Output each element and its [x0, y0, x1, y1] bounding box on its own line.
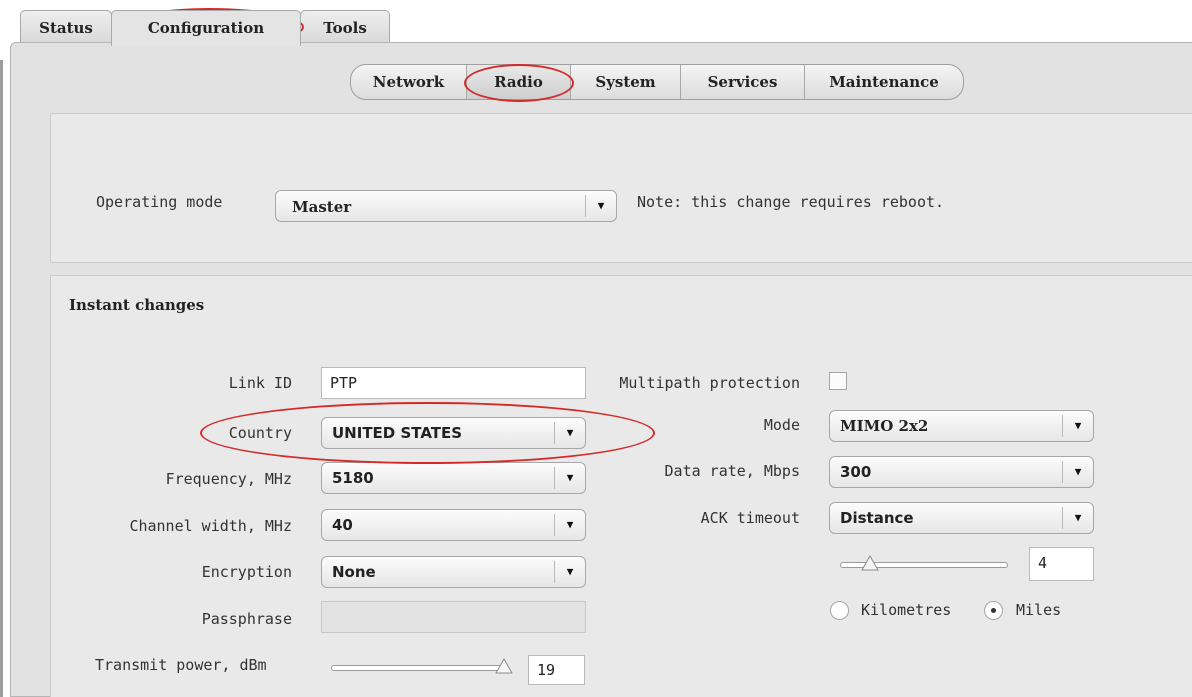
transmit-power-label: Transmit power, dBm: [95, 656, 267, 674]
distance-input[interactable]: 4: [1029, 547, 1094, 581]
frequency-select[interactable]: 5180 ▼: [321, 462, 586, 494]
passphrase-input[interactable]: [321, 601, 586, 633]
tab-configuration[interactable]: Configuration: [111, 10, 301, 46]
mode-label: Mode: [763, 416, 800, 434]
miles-label: Miles: [1016, 601, 1062, 619]
country-value: UNITED STATES: [332, 424, 463, 442]
ack-timeout-value: Distance: [840, 509, 914, 527]
operating-mode-value: Master: [292, 198, 352, 216]
chevron-down-icon: ▼: [1062, 415, 1093, 437]
encryption-value: None: [332, 563, 376, 581]
chevron-down-icon: ▼: [1062, 461, 1093, 483]
operating-mode-label: Operating mode: [96, 193, 223, 211]
subtab-radio[interactable]: Radio: [467, 65, 571, 99]
passphrase-label: Passphrase: [201, 610, 292, 628]
reboot-note: Note: this change requires reboot.: [637, 193, 945, 211]
encryption-select[interactable]: None ▼: [321, 556, 586, 588]
multipath-protection-checkbox[interactable]: [829, 372, 847, 390]
distance-slider-thumb[interactable]: [861, 555, 880, 571]
kilometres-label: Kilometres: [861, 601, 952, 619]
chevron-down-icon: ▼: [1062, 507, 1093, 529]
subtab-network[interactable]: Network: [351, 65, 467, 99]
subtab-services[interactable]: Services: [681, 65, 805, 99]
transmit-power-slider-thumb[interactable]: [494, 658, 513, 674]
kilometres-radio[interactable]: [830, 601, 849, 620]
tab-tools[interactable]: Tools: [300, 10, 390, 44]
operating-mode-panel: [50, 113, 1192, 263]
data-rate-label: Data rate, Mbps: [664, 462, 800, 480]
chevron-down-icon: ▼: [554, 561, 585, 583]
country-select[interactable]: UNITED STATES ▼: [321, 417, 586, 449]
chevron-down-icon: ▼: [585, 195, 616, 217]
left-border-stripe: [0, 60, 3, 697]
encryption-label: Encryption: [201, 563, 292, 581]
mode-value: MIMO 2x2: [840, 417, 929, 435]
multipath-protection-label: Multipath protection: [619, 374, 800, 392]
ack-timeout-select[interactable]: Distance ▼: [829, 502, 1094, 534]
transmit-power-input[interactable]: 19: [528, 655, 585, 685]
radio-selected-dot: [991, 608, 996, 613]
miles-radio[interactable]: [984, 601, 1003, 620]
subtab-maintenance[interactable]: Maintenance: [805, 65, 963, 99]
instant-changes-title: Instant changes: [69, 296, 205, 314]
country-label: Country: [228, 424, 292, 442]
channel-width-select[interactable]: 40 ▼: [321, 509, 586, 541]
link-id-input[interactable]: PTP: [321, 367, 586, 399]
channel-width-value: 40: [332, 516, 353, 534]
channel-width-label: Channel width, MHz: [129, 517, 292, 535]
subtab-system[interactable]: System: [571, 65, 681, 99]
data-rate-value: 300: [840, 463, 872, 481]
frequency-label: Frequency, MHz: [165, 470, 292, 488]
mode-select[interactable]: MIMO 2x2 ▼: [829, 410, 1094, 442]
operating-mode-select[interactable]: Master ▼: [275, 190, 617, 222]
ack-timeout-label: ACK timeout: [700, 509, 800, 527]
link-id-label: Link ID: [228, 374, 292, 392]
sub-tab-bar: Network Radio System Services Maintenanc…: [350, 64, 964, 100]
data-rate-select[interactable]: 300 ▼: [829, 456, 1094, 488]
tab-status[interactable]: Status: [20, 10, 112, 44]
transmit-power-slider-track[interactable]: [331, 665, 509, 671]
frequency-value: 5180: [332, 469, 374, 487]
